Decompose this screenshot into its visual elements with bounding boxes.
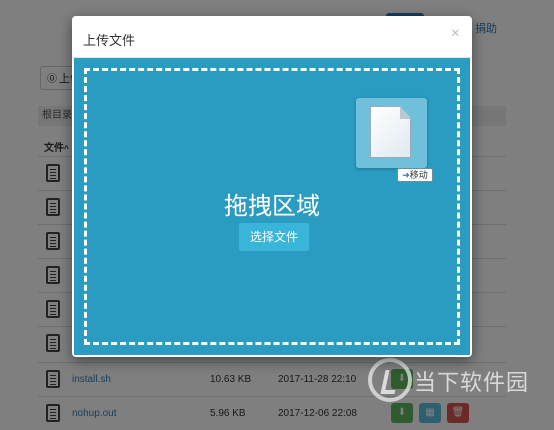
dialog-title: 上传文件 <box>83 33 136 48</box>
move-badge-label: 移动 <box>409 170 428 180</box>
dialog-header: 上传文件 × <box>72 16 472 58</box>
upload-dialog: 上传文件 × 拖拽区域 选择文件 ➔移动 <box>72 16 472 357</box>
close-icon[interactable]: × <box>451 25 460 43</box>
drop-zone[interactable]: 拖拽区域 选择文件 ➔移动 <box>74 58 470 355</box>
drop-zone-title: 拖拽区域 <box>224 193 320 220</box>
arrow-right-icon: ➔ <box>402 170 410 180</box>
dragged-file-icon <box>356 98 427 168</box>
choose-file-button[interactable]: 选择文件 <box>239 223 309 251</box>
watermark-text: 当下软件园 <box>414 370 530 395</box>
move-badge: ➔移动 <box>397 168 433 182</box>
site-watermark: 当下软件园 <box>368 356 548 404</box>
watermark-logo-icon <box>368 358 412 402</box>
